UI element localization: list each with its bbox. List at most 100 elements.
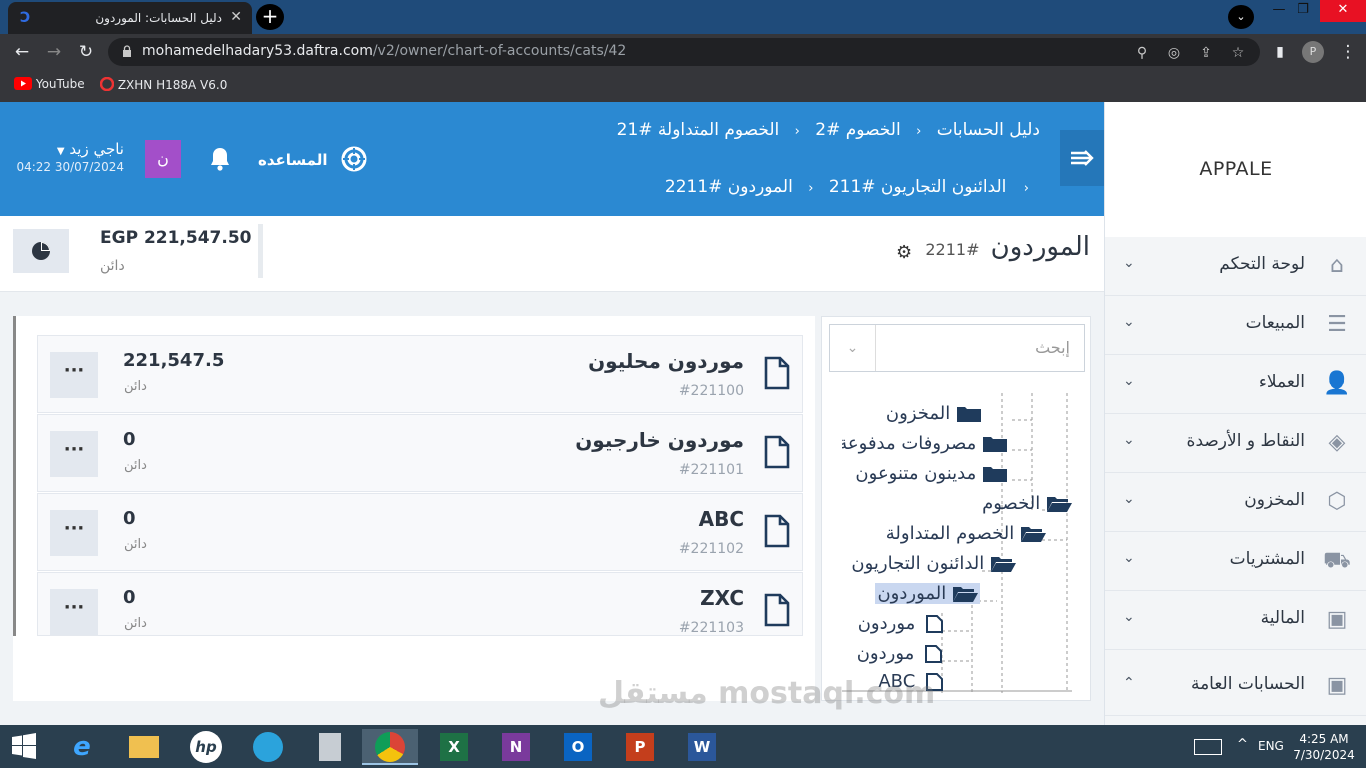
browser-tab-active[interactable]: Ↄ دليل الحسابات: الموردون ✕ xyxy=(8,2,252,34)
tree-node[interactable]: موردون xyxy=(858,613,947,634)
tree-node[interactable]: المخزون xyxy=(886,403,982,424)
sidebar-item-label: العملاء xyxy=(1258,372,1305,392)
tree-node[interactable]: مدينون متنوعون xyxy=(842,463,1008,484)
chevron-down-icon: ⌄ xyxy=(1123,550,1135,566)
close-window-button[interactable]: ✕ xyxy=(1320,0,1366,22)
browser-tab-strip: Ↄ دليل الحسابات: الموردون ✕ + ⌄ — ❐ ✕ xyxy=(0,0,1366,34)
pie-chart-button[interactable] xyxy=(13,229,69,273)
gear-icon[interactable]: ⚙ xyxy=(896,242,912,263)
account-name[interactable]: موردون خارجيون xyxy=(575,428,744,452)
home-icon: ⌂ xyxy=(1330,253,1344,278)
breadcrumb-chart-of-accounts[interactable]: دليل الحسابات xyxy=(937,120,1040,140)
account-name[interactable]: ZXC xyxy=(700,586,744,610)
breadcrumb-suppliers[interactable]: الموردون #2211 xyxy=(665,177,793,197)
sidebar-item-points[interactable]: ◈ النقاط و الأرصدة ⌄ xyxy=(1105,414,1366,473)
internet-explorer-icon[interactable]: e xyxy=(58,729,106,765)
browser-menu-icon[interactable]: ⋮ xyxy=(1338,42,1358,62)
account-row[interactable]: ··· 0 دائن موردون خارجيون #221101 xyxy=(37,414,803,492)
new-tab-button[interactable]: + xyxy=(256,4,284,30)
tree-node[interactable]: الخصوم المتداولة xyxy=(886,523,1046,544)
bookmark-youtube[interactable]: YouTube xyxy=(14,77,85,91)
sidebar-item-general-accounts[interactable]: ▣ الحسابات العامة ⌃ xyxy=(1105,657,1366,716)
language-indicator[interactable]: ENG xyxy=(1258,739,1284,753)
tree-node[interactable]: الدائنون التجاريون xyxy=(842,553,1016,574)
edge-icon[interactable] xyxy=(244,729,292,765)
eye-off-icon[interactable]: ◎ xyxy=(1166,45,1182,61)
more-options-button[interactable]: ··· xyxy=(50,431,98,477)
page-title: الموردون xyxy=(990,232,1090,262)
more-options-button[interactable]: ··· xyxy=(50,352,98,398)
scrollbar-track[interactable] xyxy=(1096,316,1104,725)
word-icon[interactable]: W xyxy=(678,729,726,765)
bookmark-router[interactable]: ZXHN H188A V6.0 xyxy=(99,76,227,92)
hp-icon[interactable]: hp xyxy=(182,729,230,765)
sidebar-toggle-button[interactable] xyxy=(1060,130,1104,186)
account-name[interactable]: ABC xyxy=(699,507,744,531)
breadcrumb-trade-creditors[interactable]: الدائنون التجاريون #211 xyxy=(829,177,1007,197)
money-icon: ▣ xyxy=(1326,607,1348,632)
address-bar[interactable]: mohamedelhadary53.daftra.com/v2/owner/ch… xyxy=(108,38,1260,66)
user-menu[interactable]: ناجي زيد ▼ 04:22 30/07/2024 xyxy=(12,140,124,174)
document-icon xyxy=(925,645,942,663)
user-avatar[interactable]: ن xyxy=(145,140,181,178)
breadcrumb-current-liabilities[interactable]: الخصوم المتداولة #21 xyxy=(617,120,780,140)
tree-search-box[interactable]: إبحث ⌄ xyxy=(829,324,1085,372)
tab-search-chevron-icon[interactable]: ⌄ xyxy=(1228,5,1254,29)
back-arrow-icon[interactable]: ← xyxy=(12,42,32,62)
windows-start-icon[interactable] xyxy=(0,729,48,765)
search-input[interactable]: إبحث xyxy=(1035,338,1070,357)
side-panel-icon[interactable]: ▮ xyxy=(1270,42,1290,62)
help-label: المساعده xyxy=(258,151,328,169)
chevron-down-icon: ⌄ xyxy=(1123,373,1135,389)
reload-icon[interactable]: ↻ xyxy=(76,42,96,62)
folder-open-icon xyxy=(1021,527,1046,542)
outlook-icon[interactable]: O xyxy=(554,729,602,765)
account-row[interactable]: ··· 221,547.5 دائن موردون محليون #221100 xyxy=(37,335,803,413)
sidebar-item-purchases[interactable]: ⛟ المشتريات ⌄ xyxy=(1105,532,1366,591)
excel-icon[interactable]: X xyxy=(430,729,478,765)
tree-node-label: مصروفات مدفوعة xyxy=(842,433,977,454)
forward-arrow-icon[interactable]: → xyxy=(44,42,64,62)
account-row[interactable]: ··· 0 دائن ABC #221102 xyxy=(37,493,803,571)
zoom-icon[interactable]: ⚲ xyxy=(1134,45,1150,61)
sidebar-item-label: الحسابات العامة xyxy=(1190,674,1305,694)
powerpoint-icon[interactable]: P xyxy=(616,729,664,765)
clock[interactable]: 4:25 AM 7/30/2024 xyxy=(1290,731,1358,763)
sidebar-item-dashboard[interactable]: ⌂ لوحة التحكم ⌄ xyxy=(1105,237,1366,296)
close-tab-icon[interactable]: ✕ xyxy=(230,9,242,25)
sidebar-item-clients[interactable]: 👤 العملاء ⌄ xyxy=(1105,355,1366,414)
sidebar-item-sales[interactable]: ☰ المبيعات ⌄ xyxy=(1105,296,1366,355)
document-icon xyxy=(926,615,943,633)
tree-node[interactable]: ABC xyxy=(878,671,947,692)
chrome-icon[interactable] xyxy=(362,729,418,765)
tree-node[interactable]: الخصوم xyxy=(982,493,1072,514)
sidebar-item-inventory[interactable]: ⬡ المخزون ⌄ xyxy=(1105,473,1366,532)
share-icon[interactable]: ⇪ xyxy=(1198,45,1214,61)
page-title-row: الموردون #2211 xyxy=(925,232,1090,262)
pie-chart-icon xyxy=(32,242,50,260)
profile-avatar[interactable]: P xyxy=(1302,41,1324,63)
help-link[interactable]: المساعده xyxy=(258,146,367,172)
tree-node[interactable]: مصروفات مدفوعة xyxy=(842,433,1008,454)
tree-node-selected[interactable]: الموردون xyxy=(875,583,980,604)
more-options-button[interactable]: ··· xyxy=(50,510,98,556)
bookmark-star-icon[interactable]: ☆ xyxy=(1230,45,1246,61)
keyboard-icon[interactable] xyxy=(1194,739,1222,755)
sidebar-item-finance[interactable]: ▣ المالية ⌄ xyxy=(1105,591,1366,650)
chevron-down-icon[interactable]: ⌄ xyxy=(830,325,876,371)
tree-node-label: المخزون xyxy=(885,403,951,424)
app-header: دليل الحسابات ‹ الخصوم #2 ‹ الخصوم المتد… xyxy=(0,102,1104,216)
notification-bell-icon[interactable] xyxy=(208,146,232,172)
company-brand[interactable]: APPALE xyxy=(1105,102,1366,237)
tree-node[interactable]: موردون xyxy=(842,643,946,664)
onenote-icon[interactable]: N xyxy=(492,729,540,765)
folder-open-icon xyxy=(991,557,1016,572)
account-name[interactable]: موردون محليون xyxy=(588,349,744,373)
user-name-row: ناجي زيد ▼ xyxy=(12,140,124,158)
tray-chevron-up-icon[interactable]: ^ xyxy=(1237,737,1248,752)
account-row[interactable]: ··· 0 دائن ZXC #221103 xyxy=(37,572,803,636)
calculator-icon[interactable] xyxy=(306,729,354,765)
breadcrumb-liabilities[interactable]: الخصوم #2 xyxy=(815,120,900,140)
more-options-button[interactable]: ··· xyxy=(50,589,98,635)
file-explorer-icon[interactable] xyxy=(120,729,168,765)
